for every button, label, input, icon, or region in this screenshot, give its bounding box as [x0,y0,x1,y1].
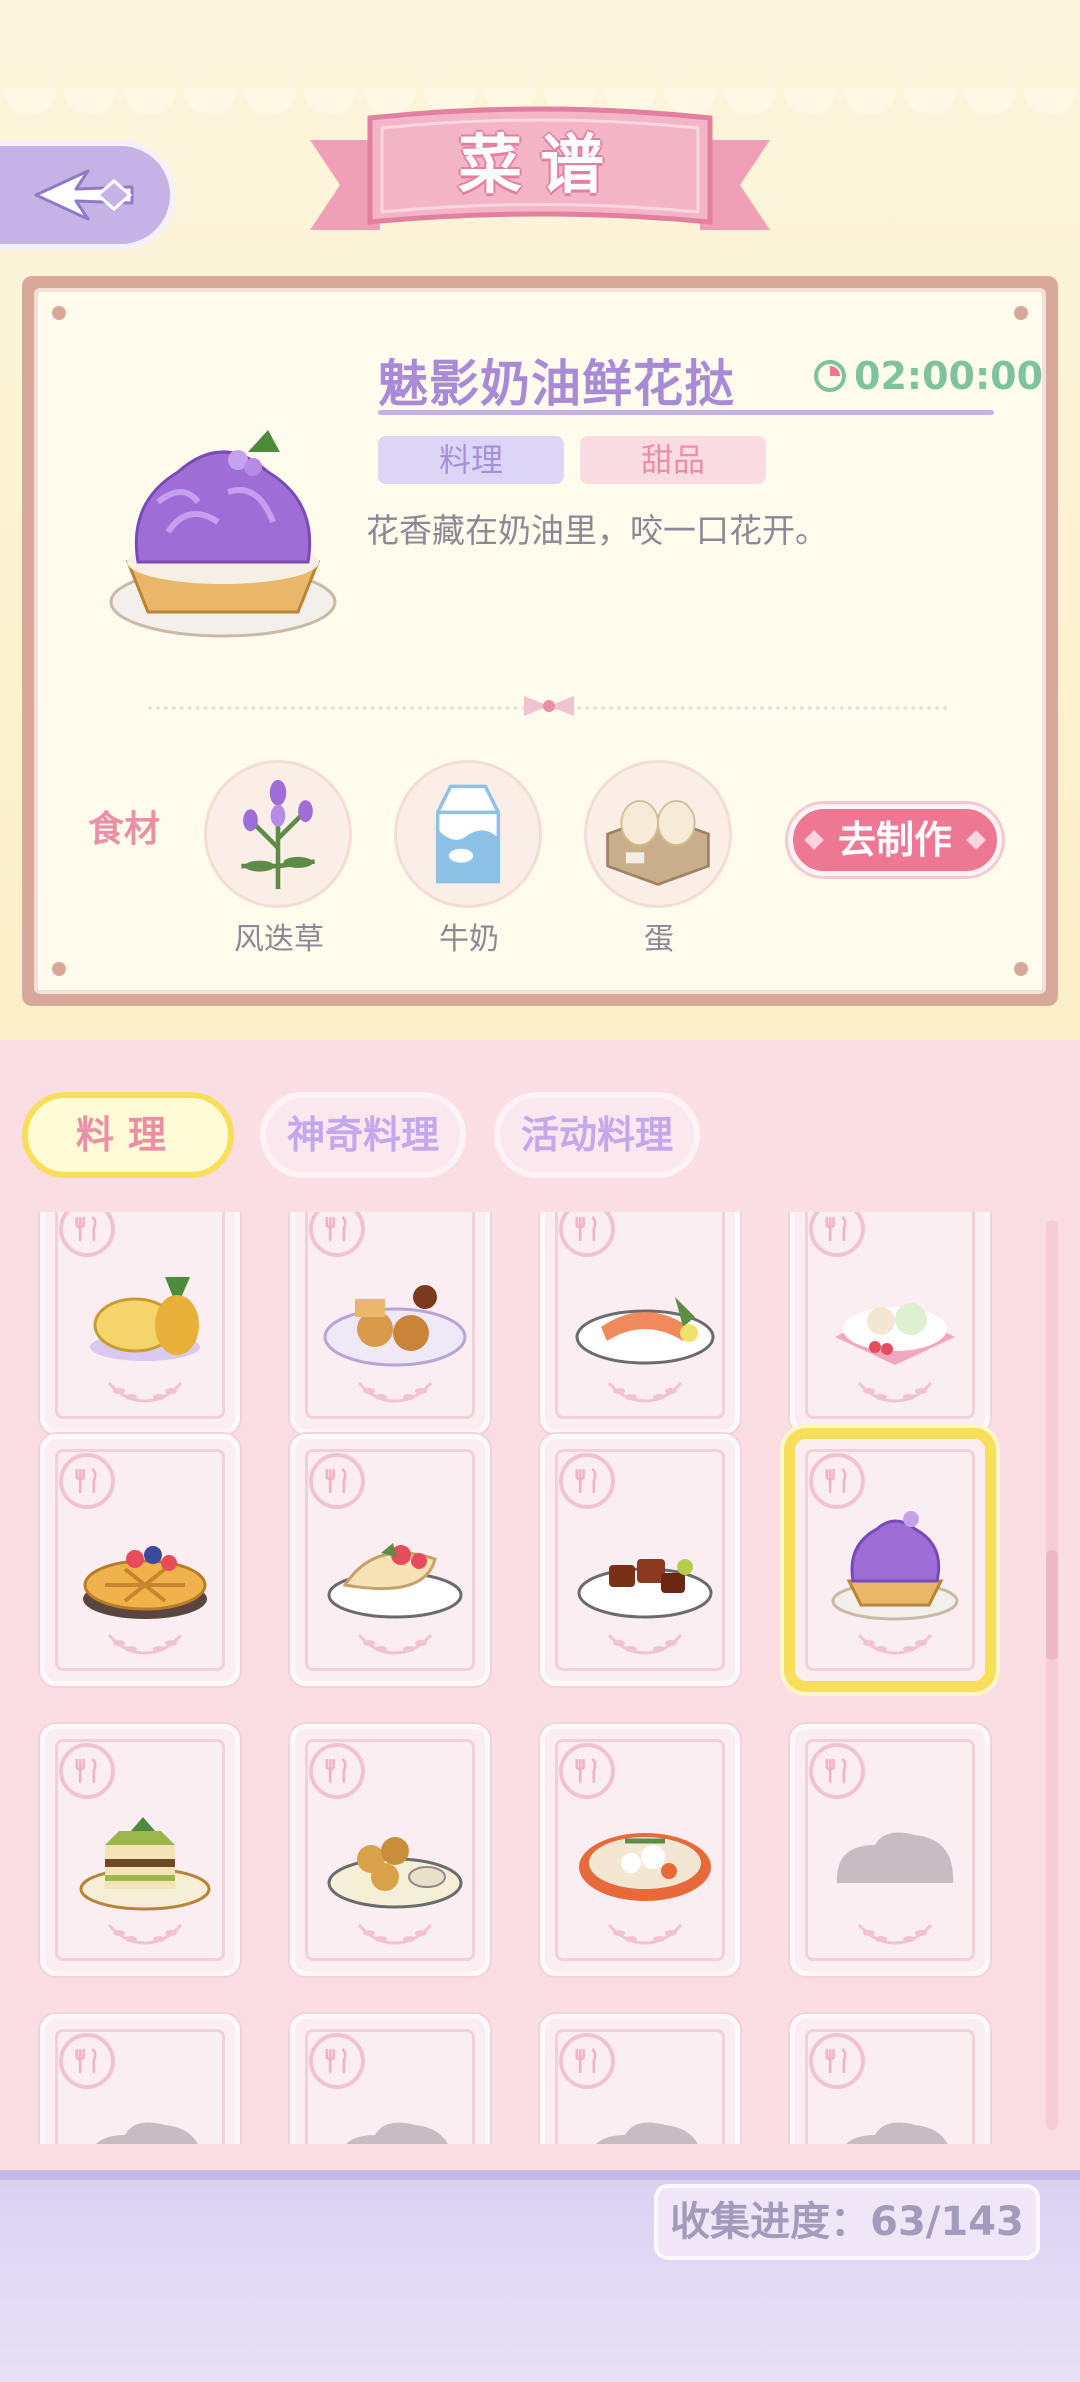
locked-image [346,2122,448,2144]
corner-dot [52,962,66,976]
ingredient-item[interactable]: 风迭草 [204,760,354,958]
recipe-grid[interactable] [0,1212,1080,2144]
violet-cream-tart-image [831,1511,959,1621]
recipe-card[interactable] [40,1212,240,1434]
laurel-icon [107,1633,183,1655]
tag-cuisine: 料理 [378,436,564,484]
fried-platter-image [323,1285,467,1367]
title-underline [378,410,994,415]
laurel-icon [857,1381,933,1403]
locked-image [596,2122,698,2144]
lace-trim [0,1030,1080,1070]
recipe-card[interactable] [290,1212,490,1434]
recipe-card[interactable] [540,1724,740,1976]
recipe-card[interactable] [790,1212,990,1434]
corner-dot [1014,306,1028,320]
laurel-icon [857,1633,933,1655]
collection-progress: 收集进度：63/143 [654,2184,1040,2260]
recipe-card-locked[interactable] [40,2014,240,2144]
corner-dot [1014,962,1028,976]
laurel-icon [607,1633,683,1655]
recipe-card[interactable] [290,1724,490,1976]
tab-cuisine[interactable]: 料理 [22,1092,234,1178]
recipe-name: 魅影奶油鲜花挞 [378,355,735,413]
lavender-herb-icon [241,779,315,889]
locked-image [836,1832,954,1883]
pineapple-soup-image [90,1277,200,1361]
diamond-icon [966,830,986,850]
milk-carton-icon [435,784,501,884]
berry-pie-image [83,1546,207,1619]
croquettes-image [327,1837,463,1909]
page-title: 菜谱 [458,129,622,203]
violet-cream-tart-image [109,430,337,638]
recipe-card[interactable] [540,1434,740,1686]
diamond-icon [804,830,824,850]
back-button[interactable] [0,140,176,250]
fruit-crepe-image [327,1543,463,1619]
laurel-icon [357,1923,433,1945]
recipe-card[interactable] [290,1434,490,1686]
laurel-icon [107,1923,183,1945]
ingredient-item[interactable]: 牛奶 [394,760,544,958]
laurel-icon [357,1633,433,1655]
laurel-icon [107,1381,183,1403]
timer-value: 02:00:00 [854,354,1044,398]
ingredient-name: 牛奶 [439,922,499,957]
scrollbar[interactable] [1046,1220,1058,2130]
recipe-card-locked[interactable] [790,1724,990,1976]
ramen-bowl-image [579,1833,711,1901]
recipe-card-locked[interactable] [790,2014,990,2144]
ingredient-item[interactable]: 蛋 [584,760,734,958]
make-button-label: 去制作 [837,818,952,862]
tag-dessert: 甜品 [580,436,766,484]
laurel-icon [607,1923,683,1945]
recipe-detail-panel: 魅影奶油鲜花挞 02:00:00 料理 甜品 花香藏在奶油里，咬一口花开。 食材 [22,276,1058,1006]
braised-pork-image [577,1559,713,1619]
salmon-sashimi-image [575,1297,715,1365]
recipe-card[interactable] [40,1724,240,1976]
ingredient-name: 蛋 [644,922,674,957]
scrollbar-thumb[interactable] [1046,1550,1058,1660]
laurel-icon [857,1923,933,1945]
tab-event-cuisine[interactable]: 活动料理 [494,1092,700,1178]
locked-image [96,2122,198,2144]
corner-dot [52,306,66,320]
recipe-card[interactable] [540,1212,740,1434]
recipe-card-locked[interactable] [290,2014,490,2144]
recipe-card[interactable] [790,1434,990,1686]
ingredient-name: 风迭草 [234,922,324,957]
title-ribbon: 菜谱 [310,100,770,250]
recipe-description: 花香藏在奶油里，咬一口花开。 [366,511,828,550]
cook-timer: 02:00:00 [812,354,1043,398]
bow-icon [524,696,574,716]
laurel-icon [357,1381,433,1403]
matcha-cake-image [79,1817,211,1911]
clock-icon [814,360,846,392]
recipe-card[interactable] [40,1434,240,1686]
fruit-salad-image [835,1303,955,1365]
egg-tray-icon [606,800,710,886]
tab-magic-cuisine[interactable]: 神奇料理 [260,1092,466,1178]
ingredients-label: 食材 [88,809,161,850]
laurel-icon [607,1381,683,1403]
recipe-card-locked[interactable] [540,2014,740,2144]
back-arrow-icon [34,169,134,221]
make-button[interactable]: 去制作 [788,804,1002,876]
locked-image [846,2122,948,2144]
